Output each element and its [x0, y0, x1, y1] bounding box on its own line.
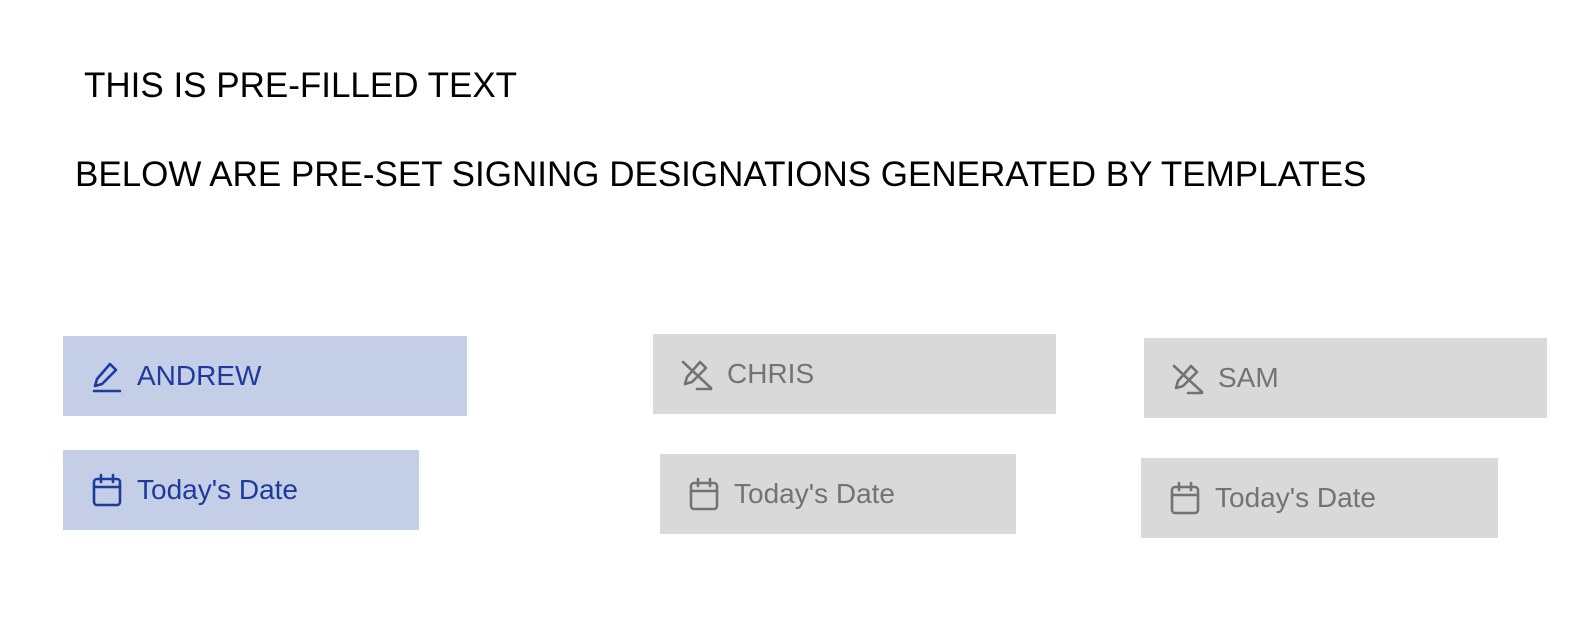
date-field-sam[interactable]: Today's Date	[1141, 458, 1498, 538]
date-field-chris[interactable]: Today's Date	[660, 454, 1016, 534]
signature-field-chris[interactable]: CHRIS	[653, 334, 1056, 414]
calendar-icon	[1169, 480, 1201, 516]
prefilled-text: THIS IS PRE-FILLED TEXT	[84, 66, 518, 105]
date-label: Today's Date	[734, 478, 895, 509]
date-label: Today's Date	[1215, 482, 1376, 513]
signer-name: ANDREW	[137, 360, 262, 391]
signature-field-andrew[interactable]: ANDREW	[63, 336, 467, 416]
signer-name: CHRIS	[727, 358, 815, 389]
pen-off-icon	[1172, 360, 1204, 396]
date-label: Today's Date	[137, 474, 298, 505]
pen-icon	[91, 358, 123, 394]
calendar-icon	[91, 472, 123, 508]
calendar-icon	[688, 476, 720, 512]
pen-off-icon	[681, 356, 713, 392]
date-field-andrew[interactable]: Today's Date	[63, 450, 419, 530]
signature-field-sam[interactable]: SAM	[1144, 338, 1547, 418]
designations-heading: BELOW ARE PRE-SET SIGNING DESIGNATIONS G…	[75, 155, 1367, 194]
signer-name: SAM	[1218, 362, 1279, 393]
